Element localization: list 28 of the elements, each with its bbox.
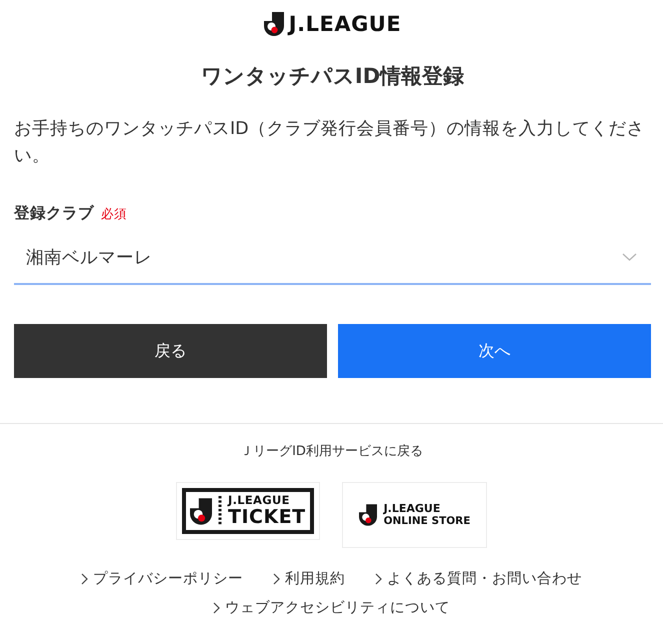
footer-link[interactable]: ウェブアクセシビリティについて	[213, 595, 450, 619]
chevron-down-icon	[622, 253, 637, 261]
back-button[interactable]: 戻る	[14, 324, 327, 378]
page-title: ワンタッチパスID情報登録	[200, 63, 466, 90]
ticket-banner-link[interactable]: J.LEAGUE TICKET	[176, 482, 320, 540]
j-mark-icon	[190, 498, 212, 524]
chevron-right-icon	[273, 573, 280, 585]
footer-link[interactable]: 利用規約	[273, 566, 345, 592]
chevron-right-icon	[81, 573, 88, 585]
chevron-right-icon	[213, 602, 220, 614]
chevron-right-icon	[375, 573, 382, 585]
logo-text: J.LEAGUE	[288, 14, 402, 34]
footer-link[interactable]: よくある質問・お問い合わせ	[375, 566, 582, 592]
j-mark-icon	[264, 12, 284, 36]
field-label: 登録クラブ	[14, 203, 94, 224]
required-label: 必須	[101, 205, 127, 223]
logo-text: TICKET	[228, 508, 306, 528]
logo-text: J.LEAGUE	[384, 503, 440, 514]
next-button[interactable]: 次へ	[338, 324, 651, 378]
footer-link[interactable]: プライバシーポリシー	[81, 566, 243, 592]
logo-text: J.LEAGUE	[228, 494, 290, 506]
j-mark-icon	[358, 504, 377, 526]
description-text: お手持ちのワンタッチパスID（クラブ発行会員番号）の情報を入力してください。	[14, 118, 646, 168]
club-select[interactable]: 湘南ベルマーレ	[14, 231, 651, 285]
back-to-service-link[interactable]: ＪリーグID利用サービスに戻る	[240, 442, 423, 462]
store-banner-link[interactable]: J.LEAGUE ONLINE STORE	[342, 482, 487, 548]
dotted-line-icon	[218, 496, 222, 526]
logo-text: ONLINE STORE	[384, 516, 470, 527]
